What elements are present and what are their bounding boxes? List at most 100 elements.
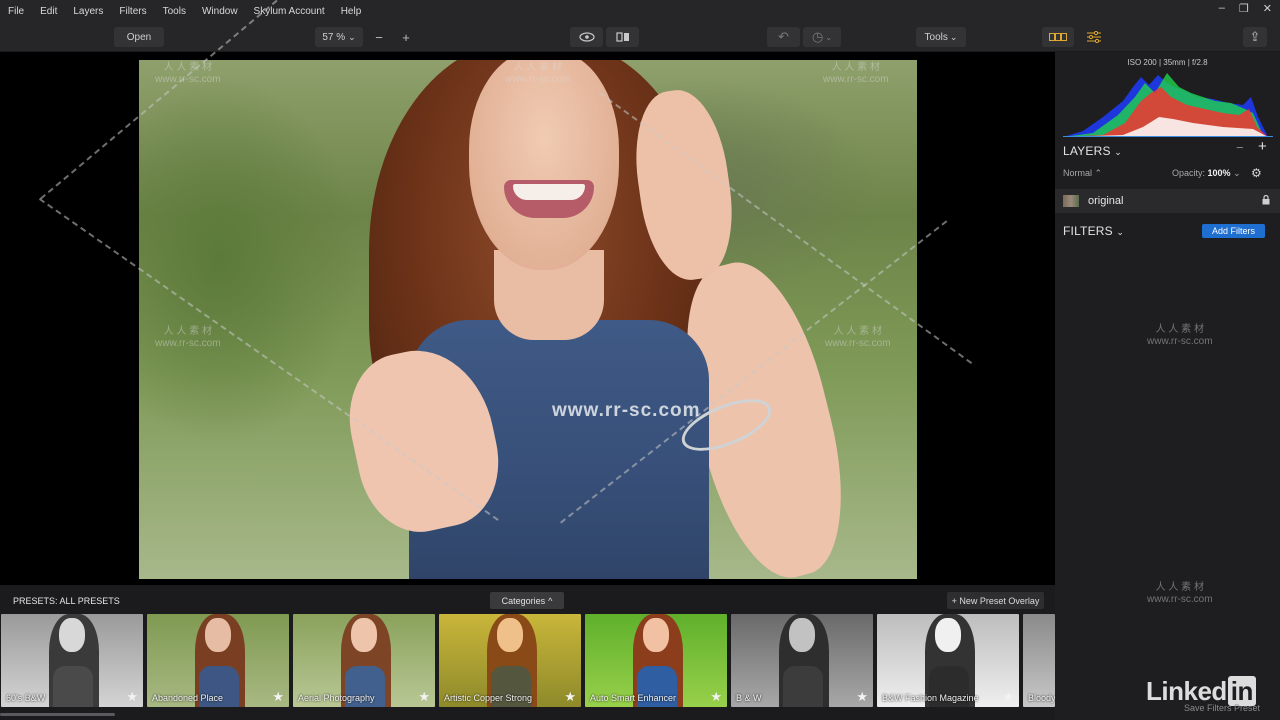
- add-layer-button[interactable]: +: [1258, 138, 1267, 155]
- preset-thumbnail[interactable]: B&W Fashion Magazine ★: [877, 614, 1019, 707]
- watermark-url: www.rr-sc.com: [155, 338, 221, 349]
- star-icon[interactable]: ★: [126, 689, 138, 705]
- close-icon[interactable]: ✕: [1263, 2, 1272, 15]
- zoom-in-button[interactable]: +: [396, 27, 416, 47]
- preset-label: Abandoned Place: [152, 693, 224, 703]
- blend-mode-value: Normal: [1063, 168, 1093, 178]
- presets-panel-icon: [1049, 33, 1067, 41]
- compare-button[interactable]: [606, 27, 639, 47]
- preset-label: Aerial Photography: [298, 693, 375, 703]
- preset-label: B&W Fashion Magazine: [882, 693, 979, 703]
- toolbar: Open 57 % ⌄ − + ↶ ◷ ⌄ Tools ⌄ ⇪: [0, 22, 1280, 52]
- opacity-control[interactable]: Opacity: 100% ⌄: [1172, 168, 1241, 179]
- watermark-small: 人 人 素 材 www.rr-sc.com: [505, 62, 571, 86]
- lock-icon: [1262, 194, 1270, 208]
- presets-header: PRESETS: ALL PRESETS Categories ^ + New …: [0, 585, 1055, 613]
- presets-strip: 60's B&W ★ Abandoned Place ★ Aerial Phot…: [0, 613, 1055, 708]
- menu-layers[interactable]: Layers: [65, 6, 111, 17]
- menu-window[interactable]: Window: [194, 6, 246, 17]
- watermark-url: www.rr-sc.com: [505, 74, 571, 85]
- menu-help[interactable]: Help: [333, 6, 370, 17]
- preset-thumbnail[interactable]: 60's B&W ★: [1, 614, 143, 707]
- preset-thumbnail[interactable]: B & W ★: [731, 614, 873, 707]
- open-button[interactable]: Open: [114, 27, 164, 47]
- thumb-face: [59, 618, 85, 652]
- eye-icon: [578, 32, 595, 42]
- new-preset-overlay-button[interactable]: + New Preset Overlay: [947, 592, 1044, 609]
- watermark-cn: 人 人 素 材: [163, 326, 212, 337]
- add-filters-button[interactable]: Add Filters: [1202, 224, 1265, 238]
- menu-edit[interactable]: Edit: [32, 6, 65, 17]
- history-icon: ◷: [811, 29, 824, 44]
- history-button[interactable]: ◷ ⌄: [803, 27, 841, 47]
- chevron-down-icon: ⌄: [825, 32, 833, 42]
- zoom-dropdown[interactable]: 57 % ⌄: [315, 27, 363, 47]
- photo[interactable]: [139, 60, 917, 579]
- adjustments-panel-toggle[interactable]: [1078, 27, 1110, 47]
- plus-icon: +: [402, 29, 410, 45]
- thumb-face: [935, 618, 961, 652]
- chevron-down-icon: ⌄: [1233, 168, 1241, 178]
- filters-title[interactable]: FILTERS ⌄: [1063, 224, 1124, 238]
- menu-file[interactable]: File: [0, 6, 32, 17]
- restore-icon[interactable]: ❐: [1239, 2, 1249, 15]
- window-controls: – ❐ ✕: [1219, 2, 1272, 15]
- filters-title-label: FILTERS: [1063, 224, 1113, 238]
- thumb-dress: [53, 666, 93, 707]
- save-filters-preset-button[interactable]: Save Filters Preset: [1184, 703, 1260, 713]
- right-panel: ISO 200 | 35mm | f/2.8 LAYERS ⌄ − + Norm…: [1055, 52, 1280, 720]
- presets-scrollbar-track[interactable]: [0, 712, 1055, 716]
- tools-dropdown[interactable]: Tools ⌄: [916, 27, 966, 47]
- layer-row-original[interactable]: original: [1055, 189, 1280, 213]
- preset-thumbnail[interactable]: Artistic Copper Strong ★: [439, 614, 581, 707]
- chevron-down-icon: ⌄: [1116, 227, 1125, 237]
- watermark-url: www.rr-sc.com: [1147, 594, 1213, 605]
- preset-label: 60's B&W: [6, 693, 46, 703]
- layer-settings-button[interactable]: ⚙: [1251, 166, 1262, 180]
- thumb-face: [643, 618, 669, 652]
- image-canvas[interactable]: www.rr-sc.com 人 人 素 材 www.rr-sc.com 人 人 …: [0, 0, 1055, 585]
- watermark-cn: 人 人 素 材: [831, 62, 880, 73]
- share-button[interactable]: ⇪: [1243, 27, 1267, 47]
- menu-filters[interactable]: Filters: [111, 6, 154, 17]
- watermark-text: www.rr-sc.com: [552, 400, 701, 421]
- thumb-face: [205, 618, 231, 652]
- categories-button[interactable]: Categories ^: [490, 592, 564, 609]
- star-icon[interactable]: ★: [272, 689, 284, 705]
- chevron-down-icon: ⌄: [949, 31, 958, 42]
- opacity-label: Opacity:: [1172, 168, 1206, 178]
- histogram-info: ISO 200 | 35mm | f/2.8: [1127, 58, 1208, 67]
- presets-scrollbar-thumb[interactable]: [0, 713, 115, 716]
- share-icon: ⇪: [1249, 29, 1261, 44]
- presets-panel-toggle[interactable]: [1042, 27, 1074, 47]
- menu-bar: File Edit Layers Filters Tools Window Sk…: [0, 0, 1280, 22]
- minimize-icon[interactable]: –: [1219, 2, 1225, 15]
- remove-layer-button[interactable]: −: [1236, 140, 1244, 155]
- thumb-face: [351, 618, 377, 652]
- compare-icon: [615, 32, 629, 42]
- star-icon[interactable]: ★: [1002, 689, 1014, 705]
- preview-button[interactable]: [570, 27, 603, 47]
- layers-title[interactable]: LAYERS ⌄: [1063, 144, 1122, 158]
- watermark-cn: 人 人 素 材: [513, 62, 562, 73]
- blend-mode-dropdown[interactable]: Normal ⌃: [1063, 168, 1102, 179]
- preset-thumbnail[interactable]: Abandoned Place ★: [147, 614, 289, 707]
- watermark-url: www.rr-sc.com: [155, 74, 221, 85]
- watermark-small: 人 人 素 材 www.rr-sc.com: [155, 326, 221, 350]
- star-icon[interactable]: ★: [710, 689, 722, 705]
- preset-thumbnail[interactable]: Aerial Photography ★: [293, 614, 435, 707]
- star-icon[interactable]: ★: [418, 689, 430, 705]
- star-icon[interactable]: ★: [564, 689, 576, 705]
- preset-thumbnail[interactable]: Bloody: [1023, 614, 1055, 707]
- preset-thumbnail[interactable]: Auto Smart Enhancer ★: [585, 614, 727, 707]
- preset-label: B & W: [736, 693, 762, 703]
- photo-teeth: [513, 184, 585, 200]
- zoom-out-button[interactable]: −: [369, 27, 389, 47]
- chevron-down-icon: ⌄: [1114, 147, 1122, 157]
- menu-tools[interactable]: Tools: [155, 6, 194, 17]
- undo-button[interactable]: ↶: [767, 27, 800, 47]
- thumb-face: [497, 618, 523, 652]
- thumb-dress: [783, 666, 823, 707]
- star-icon[interactable]: ★: [856, 689, 868, 705]
- watermark-cn: 人 人 素 材: [1155, 324, 1204, 335]
